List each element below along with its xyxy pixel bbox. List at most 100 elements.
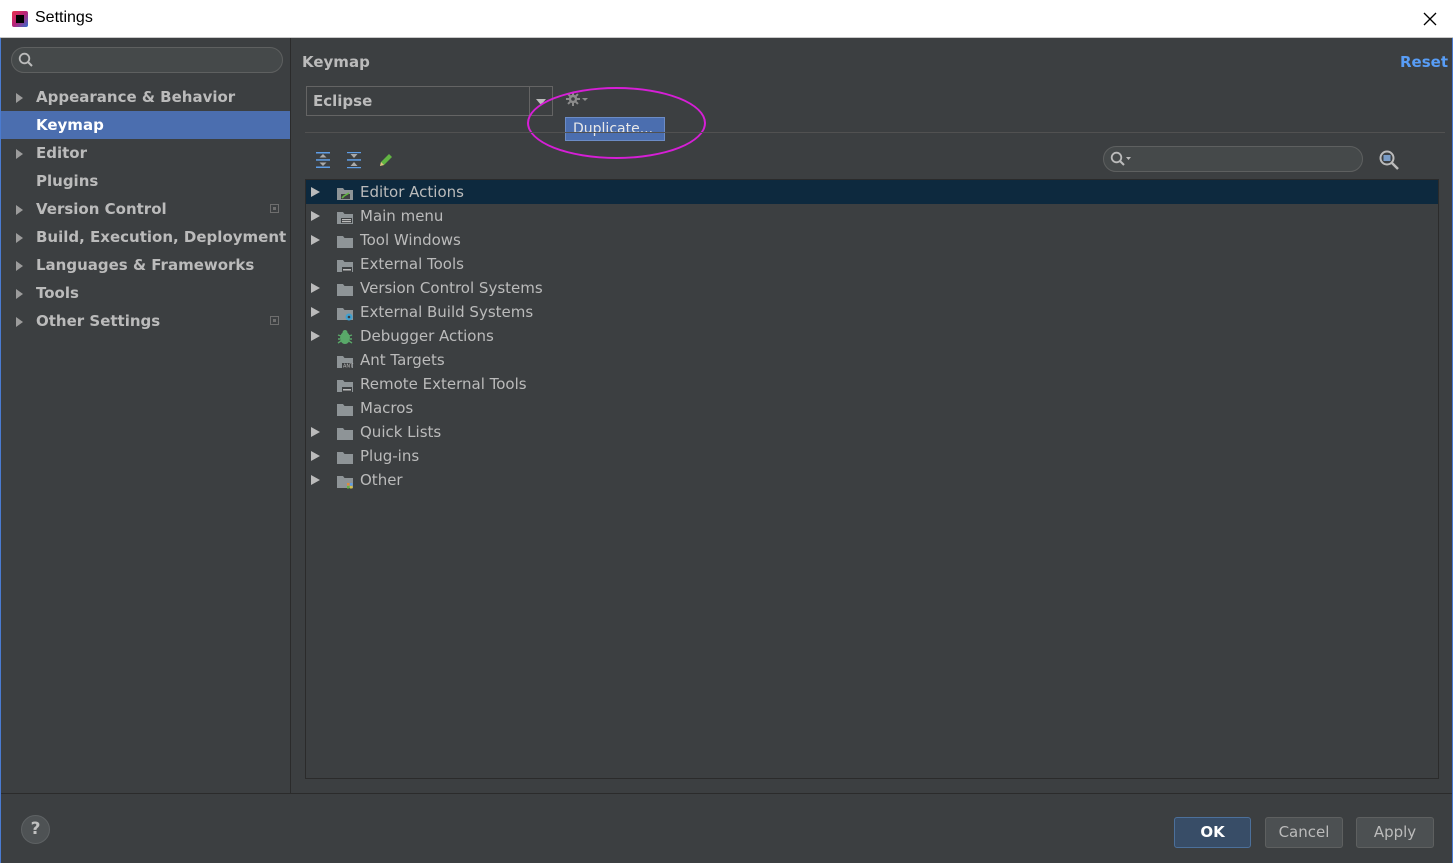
tree-row-label: Remote External Tools <box>360 375 527 393</box>
tree-row-label: External Build Systems <box>360 303 534 321</box>
help-button[interactable]: ? <box>21 815 50 844</box>
collapse-all-button[interactable] <box>344 150 364 170</box>
expand-arrow-icon[interactable] <box>311 187 320 197</box>
sidebar-item-label: Other Settings <box>36 312 161 330</box>
keymap-panel: Keymap Reset Eclipse Duplicate... Editor… <box>291 38 1452 793</box>
expand-arrow-icon[interactable] <box>16 261 23 271</box>
sidebar-item-label: Tools <box>36 284 79 302</box>
cancel-button[interactable]: Cancel <box>1265 817 1343 848</box>
expand-arrow-icon[interactable] <box>311 427 320 437</box>
folder-icon <box>336 232 354 248</box>
pencil-icon <box>380 154 392 166</box>
tree-row[interactable]: External Tools <box>306 252 1438 276</box>
chevron-down-icon[interactable] <box>529 87 552 115</box>
duplicate-menu-item[interactable]: Duplicate... <box>565 117 665 141</box>
main-menu-folder-icon <box>336 208 354 224</box>
tree-row-label: Main menu <box>360 207 444 225</box>
expand-arrow-icon[interactable] <box>16 289 23 299</box>
tree-row-label: Macros <box>360 399 414 417</box>
expand-arrow-icon[interactable] <box>16 317 23 327</box>
tree-row[interactable]: Macros <box>306 396 1438 420</box>
action-filter-input[interactable] <box>1103 146 1363 172</box>
expand-all-icon <box>316 152 330 168</box>
tree-row-label: Tool Windows <box>360 231 461 249</box>
find-shortcut-icon <box>1379 150 1399 170</box>
ok-button[interactable]: OK <box>1174 817 1251 848</box>
tree-row[interactable]: Main menu <box>306 204 1438 228</box>
expand-arrow-icon[interactable] <box>311 451 320 461</box>
sidebar-item-editor[interactable]: Editor <box>1 139 290 167</box>
tree-row[interactable]: Quick Lists <box>306 420 1438 444</box>
edit-shortcut-button[interactable] <box>376 150 396 170</box>
tree-row[interactable]: Remote External Tools <box>306 372 1438 396</box>
find-by-shortcut-button[interactable] <box>1377 148 1401 172</box>
folder-icon <box>336 400 354 416</box>
close-icon <box>1423 12 1437 25</box>
tree-row-label: Debugger Actions <box>360 327 494 345</box>
sidebar-item-keymap[interactable]: Keymap <box>1 111 290 139</box>
settings-search-input[interactable] <box>11 47 283 73</box>
sidebar-item-appearance-behavior[interactable]: Appearance & Behavior <box>1 83 290 111</box>
expand-arrow-icon[interactable] <box>311 211 320 221</box>
tree-row-label: Plug-ins <box>360 447 420 465</box>
tree-row-label: Editor Actions <box>360 183 464 201</box>
expand-arrow-icon[interactable] <box>16 233 23 243</box>
sidebar-item-label: Appearance & Behavior <box>36 88 236 106</box>
sidebar-item-tools[interactable]: Tools <box>1 279 290 307</box>
collapse-all-icon <box>347 152 361 169</box>
divider <box>305 132 1445 133</box>
sidebar-item-other-settings[interactable]: Other Settings <box>1 307 290 335</box>
tree-row[interactable]: Tool Windows <box>306 228 1438 252</box>
tree-row-label: Version Control Systems <box>360 279 543 297</box>
page-title: Keymap <box>302 53 370 71</box>
folder-icon <box>336 424 354 440</box>
editor-actions-icon <box>336 184 354 200</box>
expand-arrow-icon[interactable] <box>311 283 320 293</box>
title-bar: Settings <box>0 0 1453 38</box>
keymap-select-value: Eclipse <box>313 92 373 110</box>
expand-arrow-icon[interactable] <box>311 235 320 245</box>
external-tools-folder-icon <box>336 256 354 272</box>
sidebar-item-label: Plugins <box>36 172 99 190</box>
sidebar-item-label: Editor <box>36 144 87 162</box>
tree-row[interactable]: Other <box>306 468 1438 492</box>
remote-tools-folder-icon <box>336 376 354 392</box>
sidebar-item-plugins[interactable]: Plugins <box>1 167 290 195</box>
project-level-icon <box>270 204 279 213</box>
sidebar-item-version-control[interactable]: Version Control <box>1 195 290 223</box>
settings-sidebar: Appearance & Behavior Keymap Editor Plugins… <box>1 38 291 793</box>
sidebar-item-label: Languages & Frameworks <box>36 256 255 274</box>
folder-icon <box>336 448 354 464</box>
folder-icon <box>336 280 354 296</box>
expand-arrow-icon[interactable] <box>16 93 23 103</box>
close-button[interactable] <box>1407 0 1453 37</box>
tree-row-label: Other <box>360 471 403 489</box>
apply-button[interactable]: Apply <box>1356 817 1434 848</box>
sidebar-item-build-execution-deployment[interactable]: Build, Execution, Deployment <box>1 223 290 251</box>
expand-arrow-icon[interactable] <box>311 307 320 317</box>
tree-row[interactable]: Debugger Actions <box>306 324 1438 348</box>
bug-icon <box>336 328 354 344</box>
keymap-gear-button[interactable] <box>564 90 592 110</box>
sidebar-item-languages-frameworks[interactable]: Languages & Frameworks <box>1 251 290 279</box>
expand-arrow-icon[interactable] <box>311 475 320 485</box>
expand-arrow-icon[interactable] <box>311 331 320 341</box>
keymap-action-tree[interactable]: Editor Actions Main menu Tool Windows Exter… <box>305 179 1439 779</box>
tree-row[interactable]: Version Control Systems <box>306 276 1438 300</box>
expand-arrow-icon[interactable] <box>16 205 23 215</box>
build-systems-folder-icon <box>336 304 354 321</box>
tree-row-label: External Tools <box>360 255 464 273</box>
window-title: Settings <box>35 9 93 26</box>
keymap-select[interactable]: Eclipse <box>306 86 553 116</box>
app-logo-icon <box>12 11 28 27</box>
tree-row[interactable]: ANT Ant Targets <box>306 348 1438 372</box>
reset-link[interactable]: Reset <box>1400 53 1448 71</box>
tree-row[interactable]: Editor Actions <box>306 180 1438 204</box>
svg-text:ANT: ANT <box>343 364 354 370</box>
tree-row[interactable]: External Build Systems <box>306 300 1438 324</box>
sidebar-item-label: Keymap <box>36 116 104 134</box>
tree-row[interactable]: Plug-ins <box>306 444 1438 468</box>
search-icon <box>1110 151 1131 166</box>
expand-all-button[interactable] <box>313 150 333 170</box>
expand-arrow-icon[interactable] <box>16 149 23 159</box>
